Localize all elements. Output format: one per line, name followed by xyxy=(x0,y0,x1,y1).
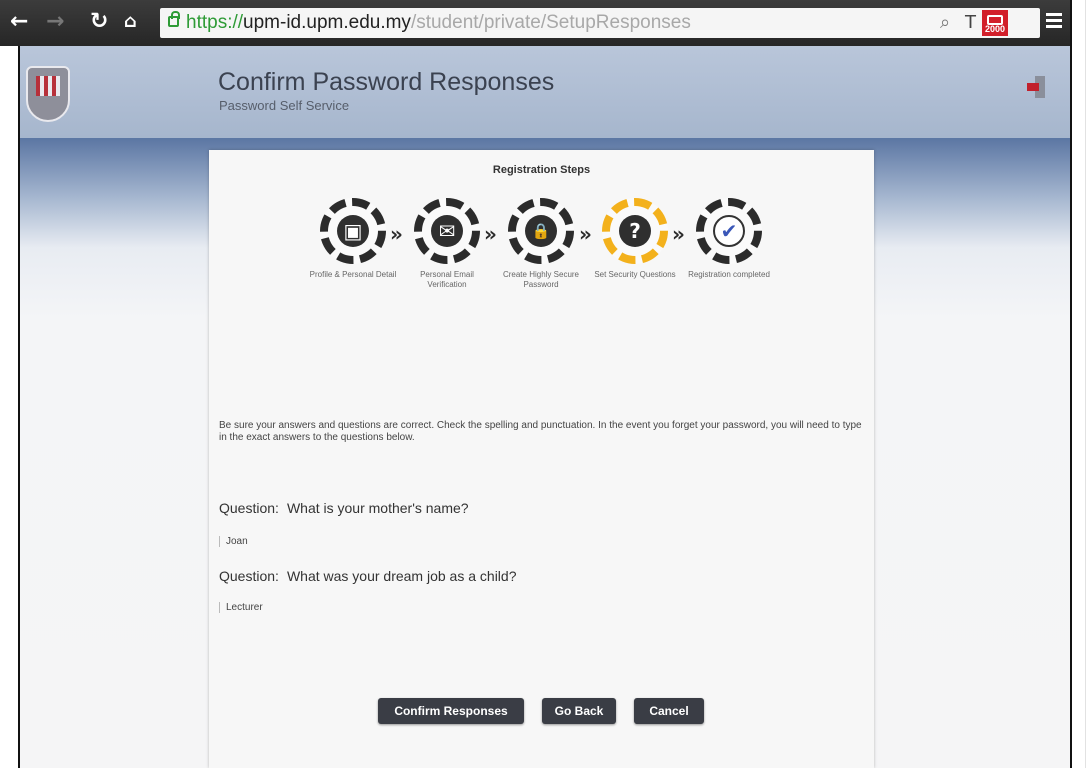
envelope-icon: ✉ xyxy=(414,198,480,264)
step-label: Profile & Personal Detail xyxy=(309,270,397,279)
menu-icon[interactable] xyxy=(1046,13,1062,31)
question-label: Question: What is your mother's name? xyxy=(219,500,469,516)
home-icon[interactable]: ⌂ xyxy=(124,10,137,34)
university-crest-logo xyxy=(26,66,70,122)
window-edge-right xyxy=(1070,0,1072,768)
page-title: Confirm Password Responses xyxy=(218,68,555,96)
step-label: Create Highly Secure Password xyxy=(502,270,580,289)
logout-icon[interactable] xyxy=(1027,76,1049,98)
go-back-button[interactable]: Go Back xyxy=(542,698,616,724)
address-bar[interactable]: https://upm-id.upm.edu.my/student/privat… xyxy=(160,8,1040,38)
profile-card-icon: ▣ xyxy=(320,198,386,264)
lock-shield-icon: 🔒 xyxy=(508,198,574,264)
back-icon[interactable]: ← xyxy=(10,10,28,34)
step-label: Personal Email Verification xyxy=(420,270,474,289)
steps-title: Registration Steps xyxy=(492,164,591,176)
step-security-questions: ? Set Security Questions xyxy=(588,198,682,280)
lock-icon xyxy=(168,11,180,27)
app-header: Confirm Password Responses Password Self… xyxy=(20,46,1070,138)
browser-toolbar: ← → ↻ ⌂ https://upm-id.upm.edu.my/studen… xyxy=(0,0,1072,46)
page-subtitle: Password Self Service xyxy=(219,98,350,113)
step-password: 🔒 Create Highly Secure Password xyxy=(494,198,588,290)
checkmark-icon: ✔ xyxy=(696,198,762,264)
cancel-button[interactable]: Cancel xyxy=(634,698,704,724)
step-profile: ▣ Profile & Personal Detail xyxy=(306,198,400,280)
reload-icon[interactable]: ↻ xyxy=(90,10,108,34)
question-shield-icon: ? xyxy=(602,198,668,264)
translate-icon[interactable]: T xyxy=(965,12,976,33)
browser-window: ← → ↻ ⌂ https://upm-id.upm.edu.my/studen… xyxy=(0,0,1086,768)
search-icon[interactable]: ⌕ xyxy=(940,12,950,33)
step-completed: ✔ Registration completed xyxy=(682,198,776,280)
answer-value: Joan xyxy=(219,536,248,547)
instructions-text: Be sure your answers and questions are c… xyxy=(219,420,862,443)
step-email: ✉ Personal Email Verification xyxy=(400,198,494,290)
url-text: https://upm-id.upm.edu.my/student/privat… xyxy=(186,12,691,33)
mail-extension-icon[interactable]: 2000 xyxy=(982,10,1008,36)
question-label: Question: What was your dream job as a ch… xyxy=(219,568,517,584)
content-panel: Registration Steps ▣ Profile & Personal … xyxy=(209,150,874,768)
step-label: Set Security Questions xyxy=(594,270,676,279)
step-label: Registration completed xyxy=(688,270,770,279)
answer-value: Lecturer xyxy=(219,602,263,613)
confirm-responses-button[interactable]: Confirm Responses xyxy=(378,698,524,724)
forward-icon[interactable]: → xyxy=(46,10,64,34)
